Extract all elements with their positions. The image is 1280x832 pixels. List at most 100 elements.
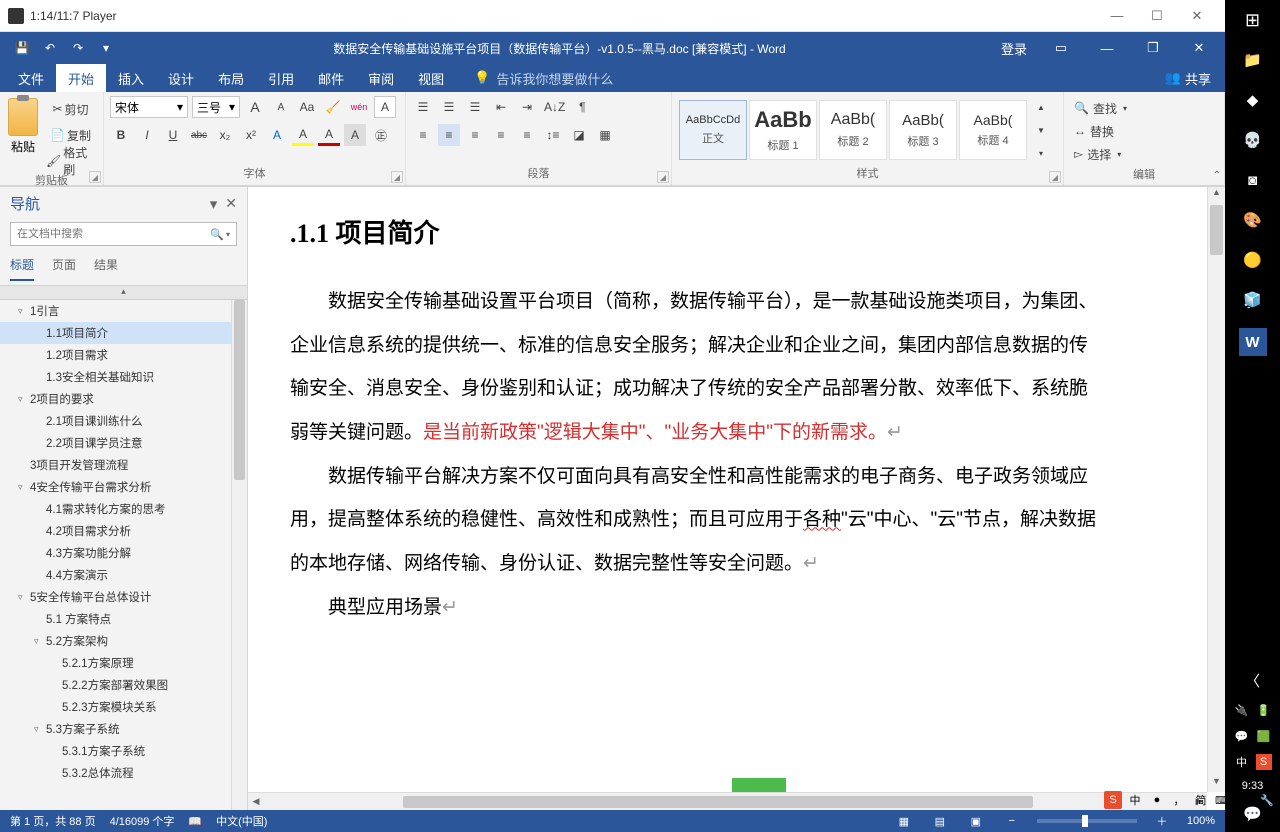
bullets-button[interactable]: ☰ <box>412 96 434 118</box>
underline-button[interactable]: U <box>162 124 184 146</box>
view-print[interactable]: ▤ <box>929 813 951 829</box>
tab-home[interactable]: 开始 <box>56 64 106 92</box>
align-left[interactable]: ≡ <box>412 124 434 146</box>
taskbar-icon-0[interactable]: ⊞ <box>1241 8 1265 32</box>
format-painter-button[interactable]: 🖌格式刷 <box>44 150 97 172</box>
nav-tab-results[interactable]: 结果 <box>94 256 118 281</box>
taskbar-icon-4[interactable]: ◙ <box>1241 168 1265 192</box>
cut-button[interactable]: ✂剪切 <box>44 98 97 120</box>
document-content[interactable]: .1.1 项目简介 数据安全传输基础设置平台项目（简称，数据传输平台），是一款基… <box>258 187 1205 792</box>
ime-simp[interactable]: 简 <box>1192 791 1210 809</box>
player-maximize[interactable]: ☐ <box>1137 8 1177 24</box>
qat-undo[interactable]: ↶ <box>40 38 60 58</box>
style-heading1[interactable]: AaBb标题 1 <box>749 100 817 160</box>
nav-tree-item[interactable]: ▿5安全传输平台总体设计 <box>0 586 247 608</box>
taskbar-icon-3[interactable]: 💀 <box>1241 128 1265 152</box>
style-normal[interactable]: AaBbCcDd正文 <box>679 100 747 160</box>
style-heading3[interactable]: AaBb(标题 3 <box>889 100 957 160</box>
styles-scroll-up[interactable]: ▲ <box>1030 96 1052 118</box>
nav-tree-item[interactable]: ▿5.3方案子系统 <box>0 718 247 740</box>
font-name-select[interactable]: 宋体▾ <box>110 96 188 118</box>
expand-icon[interactable]: ▿ <box>18 394 30 405</box>
ime-tool[interactable]: 🔧 <box>1258 791 1276 809</box>
ime-punct[interactable]: ● <box>1148 791 1166 809</box>
spell-check-icon[interactable]: 📖 <box>188 815 202 828</box>
align-justify[interactable]: ≡ <box>490 124 512 146</box>
tray-icon-1[interactable]: 🔌 <box>1234 702 1250 718</box>
numbering-button[interactable]: ☰ <box>438 96 460 118</box>
player-minimize[interactable]: — <box>1097 8 1137 23</box>
sign-in[interactable]: 登录 <box>991 32 1037 64</box>
ime-punct2[interactable]: ， <box>1170 791 1188 809</box>
tray-icon-4[interactable]: 🟩 <box>1256 728 1272 744</box>
strikethrough-button[interactable]: abc <box>188 124 210 146</box>
nav-tree-item[interactable]: 5.1 方案特点 <box>0 608 247 630</box>
scroll-up[interactable]: ▲ <box>1208 187 1225 203</box>
nav-search[interactable]: 🔍▾ <box>10 222 237 246</box>
horizontal-scrollbar[interactable]: ◀ ▶ <box>248 792 1207 810</box>
expand-icon[interactable]: ▿ <box>34 724 46 735</box>
nav-tree-item[interactable]: 4.1需求转化方案的思考 <box>0 498 247 520</box>
increase-indent[interactable]: ⇥ <box>516 96 538 118</box>
decrease-indent[interactable]: ⇤ <box>490 96 512 118</box>
tray-icon-3[interactable]: 💬 <box>1234 728 1250 744</box>
ime-logo[interactable]: S <box>1104 791 1122 809</box>
tray-ime-lang[interactable]: 中 <box>1234 754 1250 770</box>
highlight-color[interactable]: A <box>292 124 314 146</box>
nav-tree-item[interactable]: 4.4方案演示 <box>0 564 247 586</box>
view-web[interactable]: ▣ <box>965 813 987 829</box>
superscript-button[interactable]: x² <box>240 124 262 146</box>
taskbar-icon-1[interactable]: 📁 <box>1241 48 1265 72</box>
vertical-scrollbar[interactable]: ▲ ▼ <box>1207 187 1225 792</box>
expand-icon[interactable]: ▿ <box>18 482 30 493</box>
hscroll-thumb[interactable] <box>403 796 1033 808</box>
styles-scroll-down[interactable]: ▼ <box>1030 119 1052 141</box>
nav-tree-item[interactable]: 3项目开发管理流程 <box>0 454 247 476</box>
nav-tree-item[interactable]: 1.3安全相关基础知识 <box>0 366 247 388</box>
clear-formatting[interactable]: 🧹 <box>322 96 344 118</box>
tab-design[interactable]: 设计 <box>156 64 206 92</box>
expand-icon[interactable]: ▿ <box>34 636 46 647</box>
taskbar-word-icon[interactable]: W <box>1239 328 1267 356</box>
tray-ime-logo[interactable]: S <box>1256 754 1272 770</box>
grow-font[interactable]: A <box>244 96 266 118</box>
ime-settings[interactable]: ⚙ <box>1236 791 1254 809</box>
clipboard-launcher[interactable]: ◢ <box>89 171 101 183</box>
style-heading2[interactable]: AaBb(标题 2 <box>819 100 887 160</box>
vscroll-thumb[interactable] <box>1210 205 1223 255</box>
qat-redo[interactable]: ↷ <box>68 38 88 58</box>
paragraph-launcher[interactable]: ◢ <box>657 171 669 183</box>
taskbar-icon-7[interactable]: 🧊 <box>1241 288 1265 312</box>
zoom-level[interactable]: 100% <box>1187 815 1215 827</box>
font-color[interactable]: A <box>318 124 340 146</box>
shrink-font[interactable]: A <box>270 96 292 118</box>
nav-collapse-all[interactable]: ▴ <box>0 286 247 300</box>
nav-tree-item[interactable]: ▿5.2方案架构 <box>0 630 247 652</box>
window-minimize[interactable]: — <box>1085 32 1129 64</box>
nav-scrollbar[interactable] <box>231 300 247 810</box>
zoom-out[interactable]: − <box>1001 813 1023 829</box>
scrollbar-thumb[interactable] <box>234 300 245 480</box>
copy-button[interactable]: 📄复制 <box>44 124 97 146</box>
tab-layout[interactable]: 布局 <box>206 64 256 92</box>
tray-icon-2[interactable]: 🔋 <box>1256 702 1272 718</box>
enclose-char[interactable]: ㊣ <box>370 124 392 146</box>
qat-save[interactable]: 💾 <box>12 38 32 58</box>
expand-icon[interactable]: ▿ <box>18 592 30 603</box>
nav-tab-pages[interactable]: 页面 <box>52 256 76 281</box>
qat-customize[interactable]: ▾ <box>96 38 116 58</box>
font-size-select[interactable]: 三号▾ <box>192 96 240 118</box>
nav-tree-item[interactable]: ▿4安全传输平台需求分析 <box>0 476 247 498</box>
tab-view[interactable]: 视图 <box>406 64 456 92</box>
text-effects[interactable]: A <box>266 124 288 146</box>
nav-tree-item[interactable]: 2.2项目课学员注意 <box>0 432 247 454</box>
show-marks[interactable]: ¶ <box>571 96 593 118</box>
taskbar-icon-2[interactable]: ◆ <box>1241 88 1265 112</box>
tab-review[interactable]: 审阅 <box>356 64 406 92</box>
char-shading[interactable]: A <box>344 124 366 146</box>
tab-references[interactable]: 引用 <box>256 64 306 92</box>
expand-icon[interactable]: ▿ <box>18 306 30 317</box>
char-border[interactable]: A <box>374 96 396 118</box>
nav-search-input[interactable] <box>17 228 210 240</box>
sort-button[interactable]: A↓Z <box>542 96 567 118</box>
